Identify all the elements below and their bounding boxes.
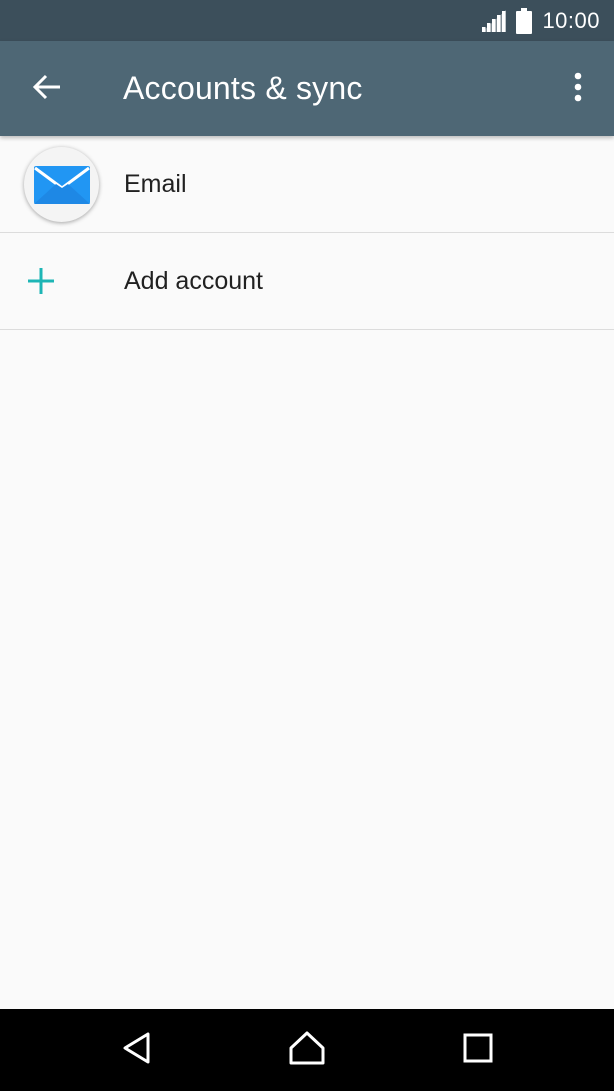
- status-icons: 10:00: [482, 0, 600, 41]
- page-title: Accounts & sync: [123, 70, 363, 106]
- navigation-bar: [0, 1009, 614, 1091]
- app-bar: Accounts & sync: [0, 41, 614, 136]
- add-account-label: Add account: [124, 267, 263, 295]
- plus-icon: [28, 268, 54, 294]
- email-envelope-icon: [24, 147, 99, 222]
- status-time: 10:00: [542, 7, 600, 33]
- back-button[interactable]: [18, 65, 76, 113]
- battery-icon: [516, 7, 533, 34]
- nav-back-icon: [120, 1031, 154, 1070]
- account-item-label: Email: [124, 170, 187, 198]
- nav-home-button[interactable]: [277, 1025, 337, 1075]
- nav-back-button[interactable]: [107, 1025, 167, 1075]
- more-vert-icon: [573, 72, 583, 107]
- status-bar: 10:00: [0, 0, 614, 41]
- arrow-back-icon: [32, 72, 62, 107]
- account-item-email[interactable]: Email: [0, 136, 614, 233]
- overflow-menu-button[interactable]: [556, 65, 600, 113]
- signal-icon: [482, 9, 507, 32]
- email-account-avatar: [23, 146, 100, 223]
- add-account-item[interactable]: Add account: [0, 233, 614, 330]
- account-list: Email Add account: [0, 136, 614, 330]
- nav-home-icon: [288, 1030, 326, 1071]
- nav-recents-button[interactable]: [448, 1025, 508, 1075]
- nav-recents-icon: [463, 1033, 493, 1068]
- screen: 10:00 Accounts & sync Email Add account: [0, 0, 614, 1091]
